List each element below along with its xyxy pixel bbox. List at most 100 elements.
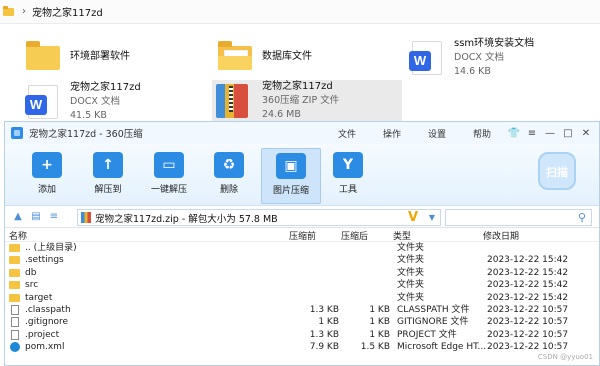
row-name: .settings <box>25 255 64 266</box>
word-doc-icon: W <box>25 85 58 119</box>
explorer-item-ssm-doc[interactable]: W ssm环境安装文档 DOCX 文档 14.6 KB <box>406 38 596 78</box>
col-date[interactable]: 修改日期 <box>483 229 519 242</box>
item-type: DOCX 文档 <box>70 96 120 107</box>
v-logo-icon[interactable]: V <box>408 210 418 225</box>
one-click-extract-icon: ▭ <box>154 152 184 178</box>
col-size[interactable]: 压缩前 <box>289 229 316 242</box>
menu-help[interactable]: 帮助 <box>473 127 491 140</box>
image-compress-icon: ▣ <box>276 153 306 179</box>
item-type: 360压缩 ZIP 文件 <box>262 95 340 106</box>
row-type: CLASSPATH 文件 <box>397 304 470 315</box>
table-row[interactable]: .project 1.3 KB 1 KB PROJECT 文件 2023-12-… <box>5 329 599 341</box>
up-arrow-icon[interactable]: ▲ <box>13 211 23 222</box>
row-size: 1.3 KB <box>309 329 339 340</box>
delete-button[interactable]: ♻ 删除 <box>199 148 259 204</box>
row-name: pom.xml <box>25 342 65 353</box>
close-icon[interactable]: ✕ <box>579 128 593 139</box>
image-compress-button[interactable]: ▣ 图片压缩 <box>261 148 321 204</box>
table-row[interactable]: .gitignore 1 KB 1 KB GITIGNORE 文件 2023-1… <box>5 316 599 328</box>
row-name: .project <box>25 329 60 340</box>
search-icon[interactable]: ⚲ <box>578 211 586 224</box>
archive-path-box[interactable]: 宠物之家117zd.zip - 解包大小为 57.8 MB V ▼ <box>77 209 441 226</box>
add-icon: + <box>32 152 62 178</box>
folder-icon <box>26 41 60 70</box>
row-type: GITIGNORE 文件 <box>397 317 469 328</box>
open-folder-icon <box>218 41 252 70</box>
row-name: src <box>25 280 39 291</box>
scan-button[interactable]: 扫描 <box>537 152 577 196</box>
skin-icon[interactable]: 👕 <box>507 128 521 139</box>
table-row[interactable]: .classpath 1.3 KB 1 KB CLASSPATH 文件 2023… <box>5 304 599 316</box>
row-date: 2023-12-22 15:42 <box>487 267 569 278</box>
row-date: 2023-12-22 10:57 <box>487 304 569 315</box>
menu-bar: 文件 操作 设置 帮助 <box>338 122 518 144</box>
row-size: 1.3 KB <box>309 304 339 315</box>
menu-operate[interactable]: 操作 <box>383 127 401 140</box>
row-date: 2023-12-22 15:42 <box>487 255 569 266</box>
word-doc-icon: W <box>409 41 442 75</box>
add-button[interactable]: + 添加 <box>17 148 77 204</box>
row-packed: 1 KB <box>369 329 390 340</box>
explorer-item-env-folder[interactable]: 环境部署软件 <box>22 40 202 74</box>
row-type: 文件夹 <box>397 243 425 253</box>
item-name: 环境部署软件 <box>70 51 130 62</box>
item-name: 数据库文件 <box>262 51 312 62</box>
extract-to-label: 解压到 <box>94 185 122 195</box>
zip-archive-icon <box>81 212 91 223</box>
row-packed: 1 KB <box>369 304 390 315</box>
explorer-item-zip[interactable]: 宠物之家117zd 360压缩 ZIP 文件 24.6 MB <box>212 80 402 122</box>
chevron-right-icon[interactable]: › <box>22 6 26 17</box>
row-type: 文件夹 <box>397 255 425 266</box>
watermark: CSDN @yyuo01 <box>537 353 593 361</box>
row-date: 2023-12-22 10:57 <box>487 342 569 353</box>
search-input[interactable] <box>446 210 566 225</box>
title-bar[interactable]: 宠物之家117zd - 360压缩 文件 操作 设置 帮助 👕 ≡ — □ ✕ <box>5 122 599 144</box>
folder-icon <box>3 5 14 16</box>
chevron-down-icon[interactable]: ▼ <box>429 210 435 225</box>
row-name: target <box>25 292 53 303</box>
explorer-item-db-folder[interactable]: 数据库文件 <box>214 40 394 74</box>
row-packed: 1 KB <box>369 317 390 328</box>
item-type: DOCX 文档 <box>454 52 504 63</box>
breadcrumb[interactable]: 宠物之家117zd <box>32 4 103 19</box>
menu-file[interactable]: 文件 <box>338 127 356 140</box>
table-row[interactable]: pom.xml 7.9 KB 1.5 KB Microsoft Edge HT.… <box>5 341 599 353</box>
file-icon <box>11 329 19 340</box>
menu-icon[interactable]: ≡ <box>525 128 539 139</box>
maximize-icon[interactable]: □ <box>561 128 575 139</box>
extract-to-button[interactable]: ↑ 解压到 <box>78 148 138 204</box>
file-icon <box>11 317 19 328</box>
item-size: 14.6 KB <box>454 66 491 77</box>
view-icon[interactable]: ▤ <box>31 211 41 222</box>
list-view-icon[interactable]: ≡ <box>49 211 59 222</box>
table-row[interactable]: .. (上级目录) 文件夹 <box>5 242 599 254</box>
col-packed[interactable]: 压缩后 <box>341 229 368 242</box>
row-name: db <box>25 267 37 278</box>
col-name[interactable]: 名称 <box>9 229 27 242</box>
one-click-extract-button[interactable]: ▭ 一键解压 <box>139 148 199 204</box>
row-size: 7.9 KB <box>309 342 339 353</box>
folder-icon <box>9 256 20 265</box>
table-row[interactable]: src 文件夹 2023-12-22 15:42 <box>5 279 599 291</box>
table-row[interactable]: .settings 文件夹 2023-12-22 15:42 <box>5 254 599 266</box>
tools-button[interactable]: Y 工具 <box>318 148 378 204</box>
path-bar: ▲ ▤ ≡ 宠物之家117zd.zip - 解包大小为 57.8 MB V ▼ … <box>5 206 599 228</box>
window-title: 宠物之家117zd - 360压缩 <box>29 129 143 140</box>
folder-icon <box>9 244 20 252</box>
window-controls: 👕 ≡ — □ ✕ <box>503 122 593 144</box>
folder-icon <box>9 281 20 290</box>
explorer-item-docx[interactable]: W 宠物之家117zd DOCX 文档 41.5 KB <box>22 82 202 122</box>
minimize-icon[interactable]: — <box>543 128 557 139</box>
menu-settings[interactable]: 设置 <box>428 127 446 140</box>
row-type: Microsoft Edge HT... <box>397 342 487 353</box>
recycle-icon: ♻ <box>214 152 244 178</box>
col-type[interactable]: 类型 <box>393 229 411 242</box>
item-name: 宠物之家117zd <box>262 81 333 92</box>
zip-archive-icon <box>216 84 248 118</box>
table-row[interactable]: target 文件夹 2023-12-22 15:42 <box>5 292 599 304</box>
folder-icon <box>9 293 20 302</box>
row-name: .gitignore <box>25 317 69 328</box>
row-type: 文件夹 <box>397 292 425 303</box>
search-box[interactable]: ⚲ <box>445 209 592 226</box>
table-row[interactable]: db 文件夹 2023-12-22 15:42 <box>5 267 599 279</box>
